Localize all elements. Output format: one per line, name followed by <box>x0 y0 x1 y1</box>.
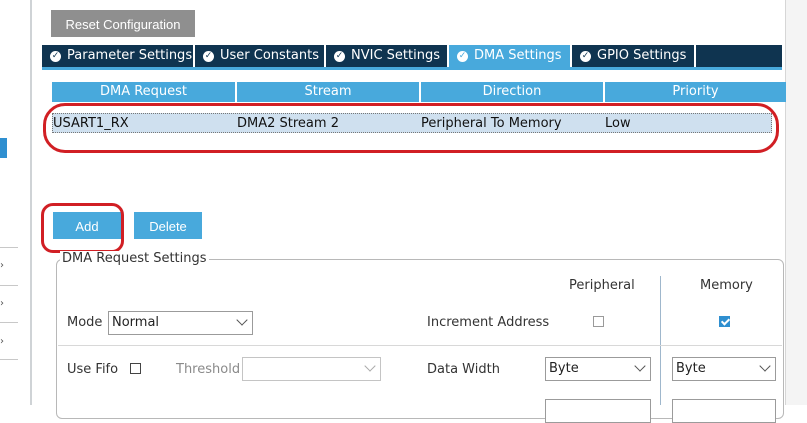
chevron-down-icon <box>236 314 248 326</box>
dma-request-settings-group <box>56 259 784 419</box>
increment-address-label: Increment Address <box>427 315 550 330</box>
tab-label: Parameter Settings <box>67 48 193 63</box>
scrollbar[interactable] <box>785 0 807 405</box>
left-panel-divider <box>0 247 18 248</box>
left-panel-divider <box>0 285 18 286</box>
chevron-right-icon[interactable]: › <box>0 261 8 271</box>
peripheral-data-width-value: Byte <box>549 361 579 376</box>
tab-underline <box>42 67 782 70</box>
column-header-direction: Direction <box>421 82 603 102</box>
tab-label: User Constants <box>220 48 319 63</box>
column-header-priority: Priority <box>605 82 786 102</box>
check-circle-icon: ✓ <box>457 50 468 62</box>
chevron-down-icon <box>759 360 771 372</box>
column-header-dma-request: DMA Request <box>52 82 235 102</box>
column-header-stream: Stream <box>237 82 419 102</box>
memory-increment-checkbox[interactable] <box>719 316 730 327</box>
mode-select-value: Normal <box>112 315 160 330</box>
chevron-down-icon <box>634 360 646 372</box>
row-divider <box>58 345 782 346</box>
memory-data-width-select[interactable]: Byte <box>672 357 776 381</box>
peripheral-increment-checkbox[interactable] <box>593 316 604 327</box>
chevron-down-icon <box>364 360 376 372</box>
left-panel-divider <box>0 359 18 360</box>
row-highlight-annotation <box>43 103 779 153</box>
left-panel-selection-marker <box>0 138 7 158</box>
tab-label: GPIO Settings <box>597 48 687 63</box>
tab-label: DMA Settings <box>474 48 562 63</box>
check-circle-icon: ✓ <box>203 50 214 62</box>
left-panel-border <box>30 0 32 405</box>
add-button-highlight-annotation <box>41 203 124 253</box>
peripheral-burst-select[interactable] <box>545 399 651 423</box>
tab-label: NVIC Settings <box>351 48 440 63</box>
settings-tab-bar: ✓ Parameter Settings ✓ User Constants ✓ … <box>42 45 782 67</box>
group-title: DMA Request Settings <box>60 251 209 266</box>
memory-data-width-value: Byte <box>676 361 706 376</box>
column-divider <box>660 276 661 405</box>
mode-select[interactable]: Normal <box>108 311 253 335</box>
chevron-right-icon[interactable]: › <box>0 299 8 309</box>
use-fifo-label: Use Fifo <box>67 362 119 377</box>
use-fifo-checkbox[interactable] <box>130 363 141 374</box>
reset-configuration-button[interactable]: Reset Configuration <box>51 10 195 37</box>
check-circle-icon: ✓ <box>580 50 591 62</box>
tab-parameter-settings[interactable]: ✓ Parameter Settings <box>42 45 195 67</box>
threshold-select[interactable] <box>242 357 381 381</box>
data-width-label: Data Width <box>427 362 500 377</box>
chevron-right-icon[interactable]: › <box>0 337 8 347</box>
peripheral-data-width-select[interactable]: Byte <box>545 357 651 381</box>
delete-button[interactable]: Delete <box>134 212 202 239</box>
tab-user-constants[interactable]: ✓ User Constants <box>195 45 326 67</box>
threshold-label: Threshold <box>176 362 241 377</box>
tab-gpio-settings[interactable]: ✓ GPIO Settings <box>572 45 696 67</box>
mode-label: Mode <box>67 315 103 330</box>
left-panel-divider <box>0 322 18 323</box>
check-circle-icon: ✓ <box>50 50 61 62</box>
check-circle-icon: ✓ <box>334 50 345 62</box>
peripheral-header: Peripheral <box>569 278 635 293</box>
memory-header: Memory <box>700 278 753 293</box>
tab-nvic-settings[interactable]: ✓ NVIC Settings <box>326 45 449 67</box>
tab-dma-settings[interactable]: ✓ DMA Settings <box>449 45 572 67</box>
memory-burst-select[interactable] <box>672 399 776 423</box>
